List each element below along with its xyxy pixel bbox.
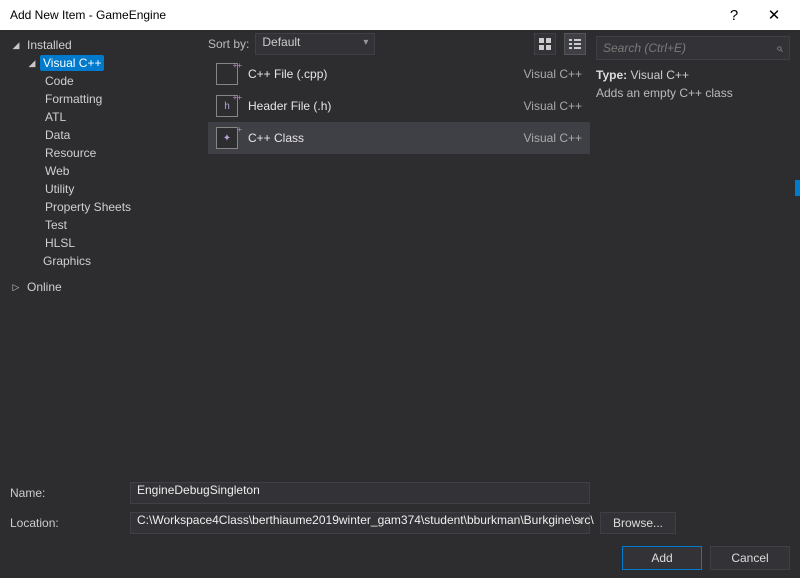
dialog-buttons: Add Cancel [0, 544, 800, 578]
tree-label: Test [42, 217, 70, 233]
cancel-button[interactable]: Cancel [710, 546, 790, 570]
sort-dropdown[interactable]: Default [255, 33, 375, 55]
title-bar: Add New Item - GameEngine ? ✕ [0, 0, 800, 30]
tree-item[interactable]: ATL [2, 108, 206, 126]
tree-label: Data [42, 127, 73, 143]
header-file-icon: h++ [216, 95, 238, 117]
form-area: Name: EngineDebugSingleton Location: C:\… [0, 474, 800, 544]
detail-panel: ⌕ Type: Visual C++ Adds an empty C++ cla… [590, 30, 800, 474]
search-box[interactable]: ⌕ [596, 36, 790, 60]
template-panel: Sort by: Default ++ C++ File (.cpp) Visu… [208, 30, 590, 474]
tree-graphics[interactable]: Graphics [2, 252, 206, 270]
tree-label: Utility [42, 181, 77, 197]
tree-item[interactable]: Test [2, 216, 206, 234]
tree-label: Graphics [40, 253, 94, 269]
sort-label: Sort by: [208, 37, 249, 51]
template-list: ++ C++ File (.cpp) Visual C++ h++ Header… [208, 58, 590, 474]
template-header-file[interactable]: h++ Header File (.h) Visual C++ [208, 90, 590, 122]
name-value: EngineDebugSingleton [137, 483, 260, 497]
browse-button[interactable]: Browse... [600, 512, 676, 534]
tree-label: Web [42, 163, 72, 179]
browse-label: Browse... [613, 516, 663, 530]
tree-label: Code [42, 73, 77, 89]
cpp-class-icon: ✦+ [216, 127, 238, 149]
location-field[interactable]: C:\Workspace4Class\berthiaume2019winter_… [130, 512, 590, 534]
template-lang: Visual C++ [524, 67, 582, 81]
sort-bar: Sort by: Default [208, 30, 590, 58]
tree-label: HLSL [42, 235, 78, 251]
tree-item[interactable]: Web [2, 162, 206, 180]
tree-item[interactable]: Formatting [2, 90, 206, 108]
main-area: ◢ Installed ◢ Visual C++ Code Formatting… [0, 30, 800, 474]
category-tree: ◢ Installed ◢ Visual C++ Code Formatting… [0, 30, 208, 474]
tree-installed[interactable]: ◢ Installed [2, 36, 206, 54]
list-icon [569, 38, 581, 50]
template-name: C++ Class [248, 131, 514, 145]
location-label: Location: [10, 516, 130, 530]
tree-online[interactable]: ▷ Online [2, 278, 206, 296]
type-value: Visual C++ [630, 68, 688, 82]
scroll-indicator [795, 180, 800, 196]
cancel-label: Cancel [731, 551, 768, 565]
tree-label: Resource [42, 145, 99, 161]
tree-item[interactable]: Data [2, 126, 206, 144]
detail-description: Adds an empty C++ class [596, 86, 790, 100]
tree-label: Visual C++ [40, 55, 104, 71]
template-cpp-class[interactable]: ✦+ C++ Class Visual C++ [208, 122, 590, 154]
name-row: Name: EngineDebugSingleton [10, 480, 790, 506]
name-field[interactable]: EngineDebugSingleton [130, 482, 590, 504]
view-medium-icons[interactable] [534, 33, 556, 55]
template-name: Header File (.h) [248, 99, 514, 113]
template-lang: Visual C++ [524, 99, 582, 113]
tree-label: ATL [42, 109, 69, 125]
tree-item[interactable]: Code [2, 72, 206, 90]
chevron-down-icon: ◢ [24, 58, 40, 69]
search-input[interactable] [603, 41, 776, 55]
tree-label: Property Sheets [42, 199, 134, 215]
search-icon: ⌕ [776, 41, 783, 56]
template-name: C++ File (.cpp) [248, 67, 514, 81]
add-label: Add [651, 551, 672, 565]
cpp-file-icon: ++ [216, 63, 238, 85]
tree-item[interactable]: Resource [2, 144, 206, 162]
close-button[interactable]: ✕ [754, 0, 794, 30]
tree-label: Installed [24, 37, 75, 53]
tree-item[interactable]: HLSL [2, 234, 206, 252]
grid-icon [539, 38, 551, 50]
detail-type: Type: Visual C++ [596, 68, 790, 82]
location-value: C:\Workspace4Class\berthiaume2019winter_… [137, 513, 594, 527]
tree-item[interactable]: Utility [2, 180, 206, 198]
help-button[interactable]: ? [714, 0, 754, 30]
type-label: Type: [596, 68, 627, 82]
window-title: Add New Item - GameEngine [10, 8, 714, 22]
location-row: Location: C:\Workspace4Class\berthiaume2… [10, 510, 790, 536]
name-label: Name: [10, 486, 130, 500]
tree-label: Formatting [42, 91, 105, 107]
tree-label: Online [24, 279, 65, 295]
template-lang: Visual C++ [524, 131, 582, 145]
tree-visual-cpp[interactable]: ◢ Visual C++ [2, 54, 206, 72]
tree-item[interactable]: Property Sheets [2, 198, 206, 216]
chevron-right-icon: ▷ [8, 282, 24, 293]
sort-value: Default [262, 35, 300, 49]
chevron-down-icon: ◢ [8, 40, 24, 51]
add-button[interactable]: Add [622, 546, 702, 570]
template-cpp-file[interactable]: ++ C++ File (.cpp) Visual C++ [208, 58, 590, 90]
view-small-icons[interactable] [564, 33, 586, 55]
